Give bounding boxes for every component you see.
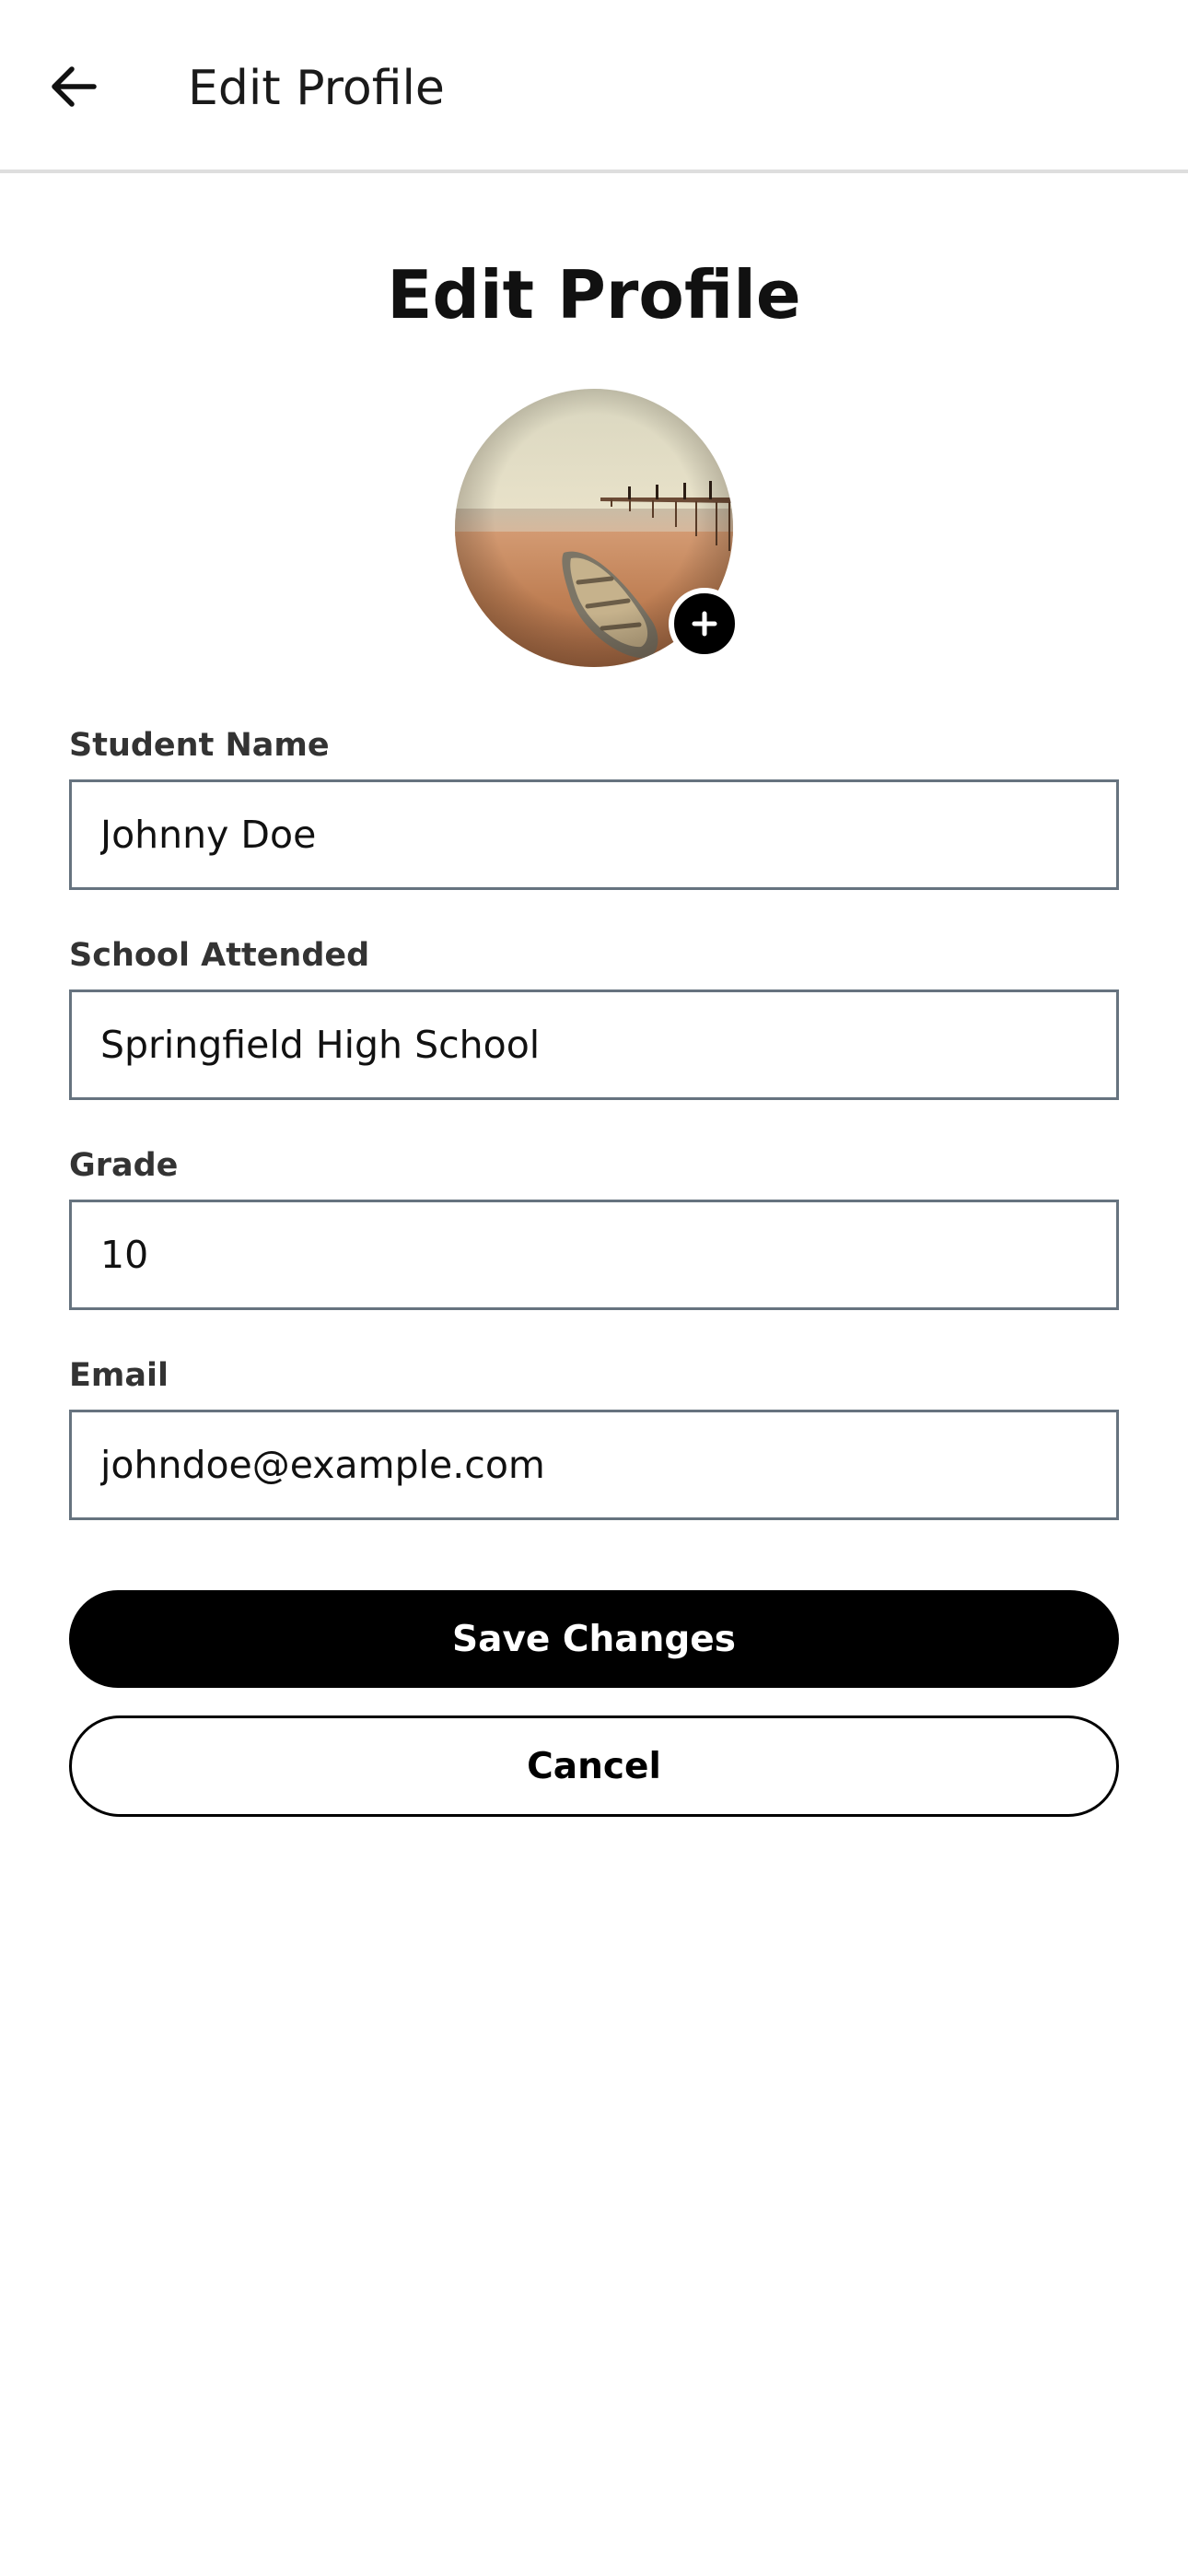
email-label: Email [69,1357,169,1394]
email-input[interactable] [69,1410,1119,1520]
school-label: School Attended [69,937,370,974]
back-button[interactable] [37,50,111,123]
student-name-label: Student Name [69,727,330,764]
plus-icon [692,611,717,637]
avatar-section [455,389,740,667]
student-name-input[interactable] [69,779,1119,890]
page-title: Edit Profile [387,256,801,334]
arrow-left-icon [52,66,97,107]
save-changes-button[interactable]: Save Changes [69,1590,1119,1688]
cancel-button[interactable]: Cancel [69,1715,1119,1817]
grade-input[interactable] [69,1200,1119,1310]
grade-label: Grade [69,1147,179,1184]
add-photo-button[interactable] [669,588,740,660]
school-input[interactable] [69,989,1119,1100]
save-changes-label: Save Changes [452,1618,736,1660]
app-bar: Edit Profile [0,0,1188,173]
app-bar-title: Edit Profile [188,61,445,116]
cancel-label: Cancel [527,1745,661,1787]
